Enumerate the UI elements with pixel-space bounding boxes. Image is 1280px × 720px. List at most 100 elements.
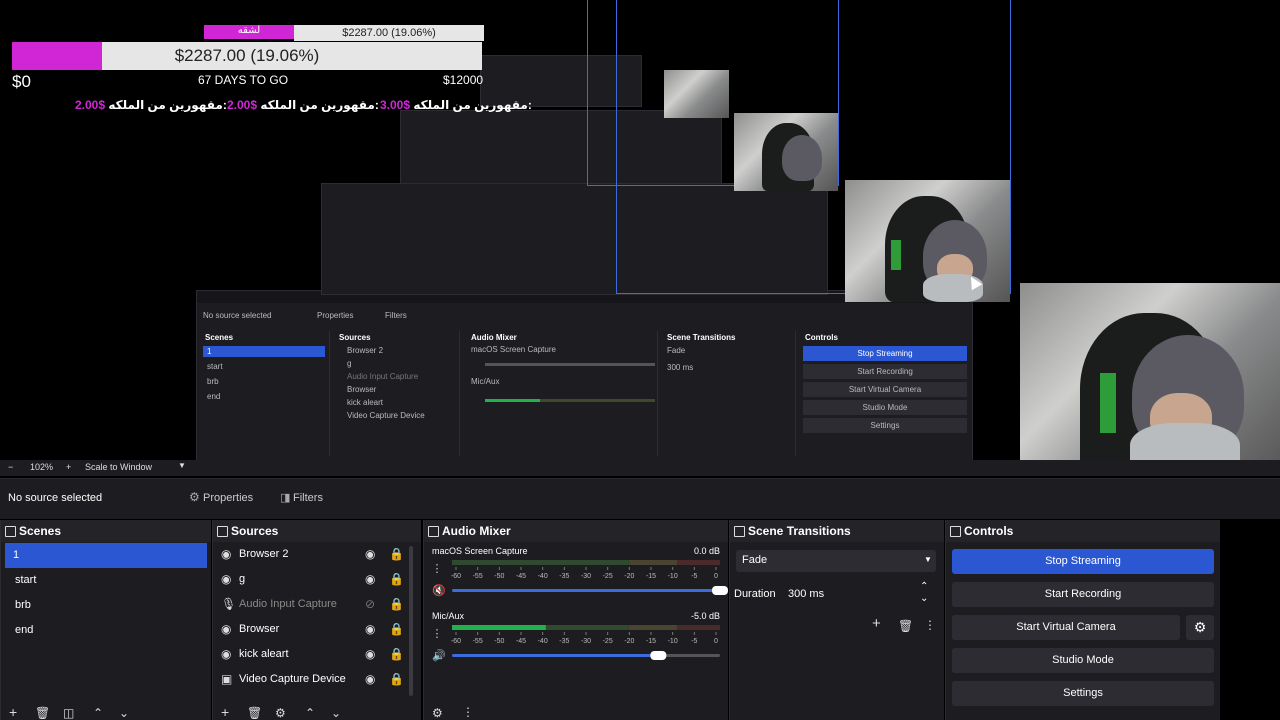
- scene-transitions-title-text: Scene Transitions: [748, 524, 851, 538]
- start-virtual-camera-button[interactable]: Start Virtual Camera: [952, 615, 1180, 640]
- add-scene-icon[interactable]: +: [9, 705, 17, 719]
- muted-speaker-icon[interactable]: 🔇: [432, 584, 446, 597]
- lock-icon[interactable]: 🔒: [389, 573, 404, 585]
- scene-item-1[interactable]: 1: [5, 543, 207, 568]
- source-item[interactable]: ◉ g ◉ 🔒: [213, 567, 421, 592]
- lock-icon[interactable]: 🔒: [389, 598, 404, 610]
- nested-scene-1: 1: [203, 346, 325, 357]
- goal-min: $0: [12, 72, 31, 91]
- dock-icon: [734, 526, 745, 537]
- filters-button[interactable]: Filters: [293, 492, 323, 504]
- eye-icon[interactable]: ◉: [365, 648, 375, 660]
- duration-value: 300 ms: [788, 588, 825, 600]
- source-item[interactable]: ◉ Browser 2 ◉ 🔒: [213, 542, 421, 567]
- scene-item-brb[interactable]: brb: [5, 593, 207, 618]
- trash-icon[interactable]: 🗑: [35, 707, 50, 719]
- more-icon[interactable]: ⋮: [432, 628, 443, 640]
- eye-icon[interactable]: ◉: [365, 548, 375, 560]
- dock-icon: [428, 526, 439, 537]
- chevron-up-icon[interactable]: ⌃: [305, 707, 315, 719]
- gear-icon[interactable]: ⚙: [1186, 615, 1214, 640]
- start-recording-button[interactable]: Start Recording: [952, 582, 1214, 607]
- volume-slider-knob[interactable]: [712, 586, 728, 595]
- nested-meter-1-bg: [540, 399, 655, 402]
- nested-source-4: kick aleart: [347, 398, 384, 407]
- settings-button[interactable]: Settings: [952, 681, 1214, 706]
- filter-icon[interactable]: ◫: [63, 707, 74, 719]
- meter-level: [452, 625, 546, 630]
- gear-icon[interactable]: ⚙: [275, 707, 286, 719]
- chevron-up-icon[interactable]: ⌃: [920, 581, 928, 592]
- lock-icon[interactable]: 🔒: [389, 623, 404, 635]
- trash-icon[interactable]: 🗑: [898, 620, 913, 632]
- add-source-icon[interactable]: +: [221, 705, 229, 719]
- transition-select[interactable]: Fade ▼: [736, 550, 936, 572]
- nested-transitions-dock: Scene Transitions Fade 300 ms: [661, 331, 796, 456]
- source-item[interactable]: ◉ kick aleart ◉ 🔒: [213, 642, 421, 667]
- scale-mode-select[interactable]: Scale to Window: [85, 462, 152, 472]
- scene-item-end[interactable]: end: [5, 618, 207, 643]
- stop-streaming-button[interactable]: Stop Streaming: [952, 549, 1214, 574]
- chevron-down-icon[interactable]: ⌄: [119, 707, 129, 719]
- more-icon[interactable]: ⋮: [924, 619, 936, 631]
- preview-canvas[interactable]: No source selected Properties Filters Sc…: [0, 0, 1280, 460]
- studio-mode-button[interactable]: Studio Mode: [952, 648, 1214, 673]
- nested-webcam-2: [734, 113, 838, 191]
- properties-button[interactable]: Properties: [203, 492, 253, 504]
- nested-scene-start: start: [207, 362, 223, 371]
- source-item[interactable]: ◉ Browser ◉ 🔒: [213, 617, 421, 642]
- eye-icon[interactable]: ◉: [365, 623, 375, 635]
- source-item[interactable]: ▣ Video Capture Device ◉ 🔒: [213, 667, 421, 692]
- meter-scale-label: -50: [494, 573, 504, 580]
- meter-scale-label: -10: [668, 573, 678, 580]
- more-icon[interactable]: ⋮: [432, 563, 443, 575]
- zoom-level: 102%: [30, 462, 54, 472]
- trash-icon[interactable]: 🗑: [247, 707, 262, 719]
- nested-audio-ch0: macOS Screen Capture: [471, 345, 556, 354]
- controls-title-text: Controls: [964, 524, 1014, 538]
- zoom-bar: − 102% + Scale to Window ▼: [0, 460, 1280, 476]
- lock-icon[interactable]: 🔒: [389, 548, 404, 560]
- lock-icon[interactable]: 🔒: [389, 673, 404, 685]
- chevron-down-icon[interactable]: ⌄: [331, 707, 341, 719]
- chevron-up-icon[interactable]: ⌃: [93, 707, 103, 719]
- meter-scale-label: -35: [559, 638, 569, 645]
- lock-icon[interactable]: 🔒: [389, 648, 404, 660]
- meter-scale-label: -60: [451, 573, 461, 580]
- source-item[interactable]: 🎙 Audio Input Capture ⊘ 🔒: [213, 592, 421, 617]
- meter-scale-label: -5: [691, 638, 697, 645]
- donor-amount-3: 3.00$: [380, 98, 411, 112]
- donor-name-2: مقهورين من الملكه:: [260, 98, 379, 112]
- add-transition-icon[interactable]: +: [872, 616, 881, 631]
- chevron-down-icon: ▼: [924, 555, 932, 564]
- audio-mixer-dock: Audio Mixer macOS Screen Capture 0.0 dB -6…: [423, 520, 728, 720]
- speaker-icon[interactable]: 🔊: [432, 648, 446, 662]
- duration-input[interactable]: 300 ms ⌃ ⌄: [786, 581, 936, 607]
- gear-icon[interactable]: ⚙: [189, 490, 200, 504]
- donation-amount: $2287.00 (19.06%): [174, 46, 320, 65]
- scene-item-start[interactable]: start: [5, 568, 207, 593]
- sources-footer: + 🗑 ⚙ ⌃ ⌄: [213, 705, 421, 720]
- zoom-in-button[interactable]: +: [66, 462, 71, 472]
- sources-scrollbar[interactable]: [409, 546, 413, 696]
- filter-icon[interactable]: ◨: [280, 491, 290, 504]
- no-source-label: No source selected: [8, 492, 103, 504]
- zoom-out-button[interactable]: −: [8, 462, 13, 472]
- source-label: g: [239, 573, 246, 585]
- source-label: kick aleart: [239, 648, 289, 660]
- meter-scale-label: -5: [691, 573, 697, 580]
- eye-icon[interactable]: ◉: [365, 673, 375, 685]
- volume-slider-knob[interactable]: [650, 651, 667, 660]
- more-icon[interactable]: ⋮: [462, 706, 474, 718]
- meter-scale-label: -20: [624, 573, 634, 580]
- gear-icon[interactable]: ⚙: [432, 707, 443, 719]
- chevron-down-icon[interactable]: ▼: [178, 461, 186, 470]
- eye-icon[interactable]: ◉: [365, 573, 375, 585]
- nested-sources-title: Sources: [339, 333, 371, 342]
- nested-controls-title: Controls: [805, 333, 838, 342]
- nested-source-5: Video Capture Device: [347, 411, 425, 420]
- nested-filters-label: Filters: [385, 311, 407, 320]
- nested-webcam-1: [845, 180, 1010, 302]
- eye-off-icon[interactable]: ⊘: [365, 598, 375, 610]
- chevron-down-icon[interactable]: ⌄: [920, 593, 928, 604]
